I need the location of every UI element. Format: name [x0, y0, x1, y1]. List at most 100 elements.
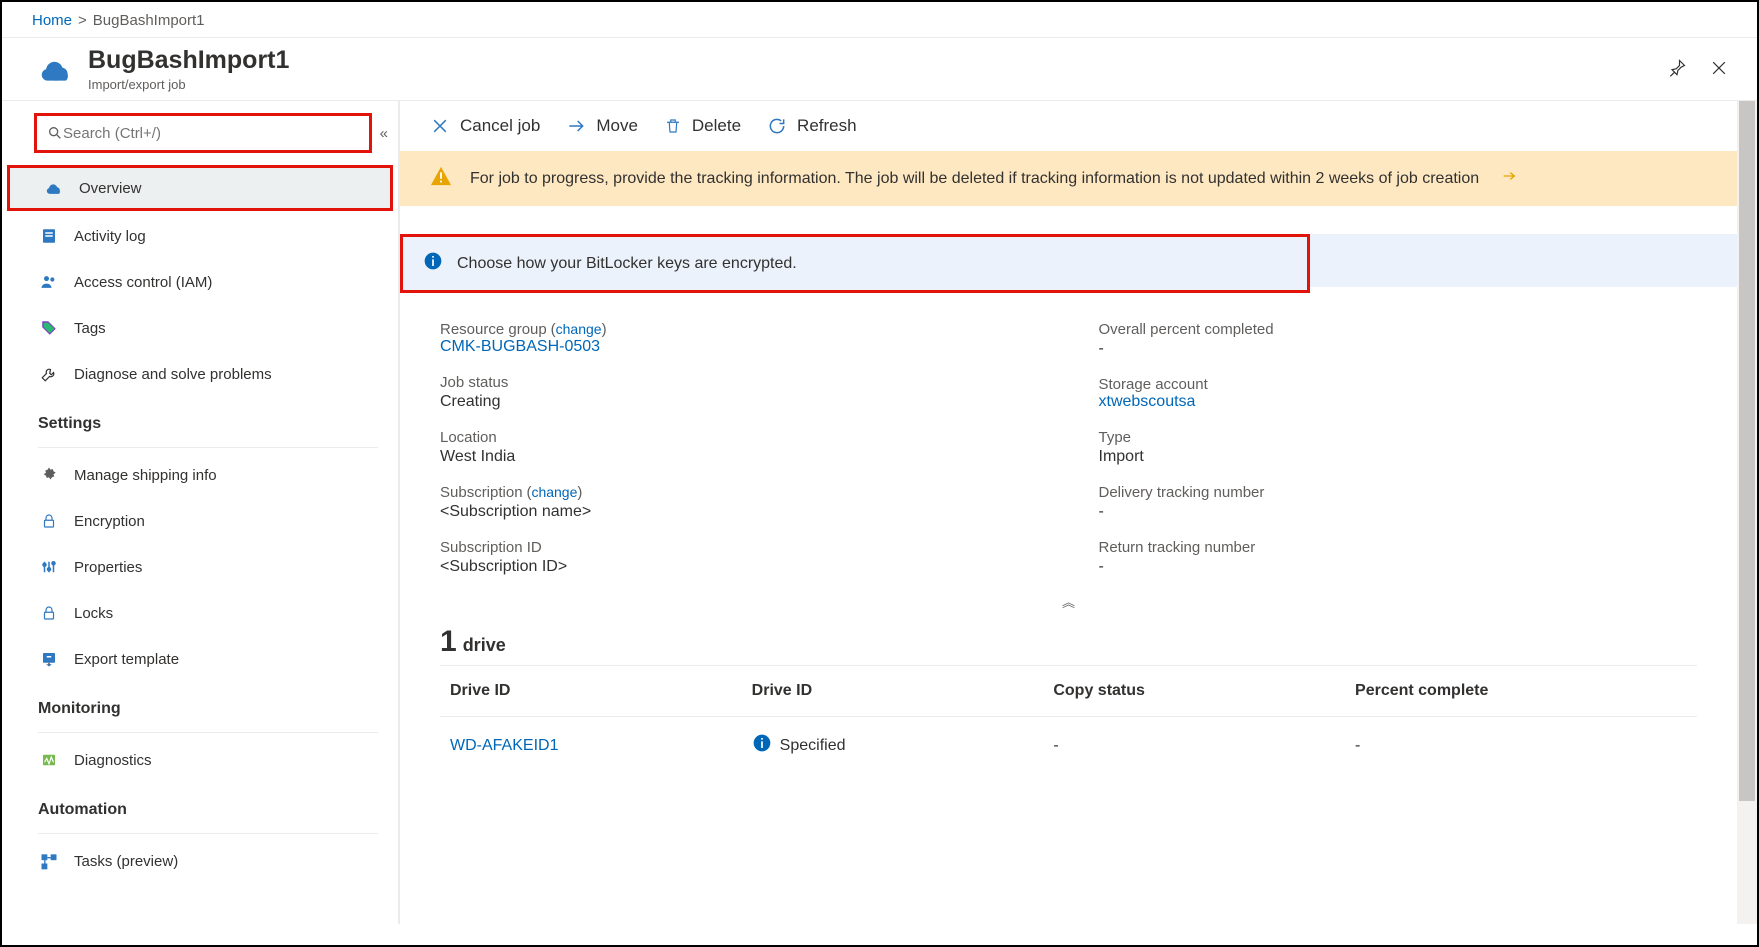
- sidebar-item-export-template[interactable]: Export template: [2, 636, 398, 682]
- sidebar-item-tags[interactable]: Tags: [2, 305, 398, 351]
- sidebar-item-shipping[interactable]: Manage shipping info: [2, 452, 398, 498]
- job-status-value: Creating: [440, 393, 1039, 411]
- diagnostics-icon: [38, 749, 60, 771]
- table-row[interactable]: WD-AFAKEID1 Specified - -: [440, 717, 1697, 775]
- change-subscription-link[interactable]: change: [531, 484, 577, 500]
- type-label: Type: [1099, 429, 1698, 446]
- gear-icon: [38, 464, 60, 486]
- sidebar-item-activity-log[interactable]: Activity log: [2, 213, 398, 259]
- subscription-id-value: <Subscription ID>: [440, 558, 1039, 576]
- sidebar-item-label: Diagnostics: [74, 752, 152, 769]
- search-input-wrap[interactable]: [34, 113, 372, 153]
- location-value: West India: [440, 448, 1039, 466]
- sidebar: « Overview Activity log Access control (…: [2, 101, 400, 924]
- sidebar-item-properties[interactable]: Properties: [2, 544, 398, 590]
- pin-icon[interactable]: [1667, 58, 1687, 81]
- return-tracking-label: Return tracking number: [1099, 539, 1698, 556]
- breadcrumb-current: BugBashImport1: [93, 12, 205, 29]
- info-text: Choose how your BitLocker keys are encry…: [457, 255, 797, 273]
- lock-icon: [38, 602, 60, 624]
- sidebar-section-monitoring: Monitoring: [2, 682, 398, 728]
- cancel-job-button[interactable]: Cancel job: [430, 116, 540, 136]
- cloud-upload-icon: [43, 177, 65, 199]
- properties-icon: [38, 556, 60, 578]
- search-input[interactable]: [63, 125, 359, 142]
- subscription-label: Subscription: [440, 484, 523, 501]
- sidebar-item-locks[interactable]: Locks: [2, 590, 398, 636]
- page-header: BugBashImport1 Import/export job: [2, 38, 1757, 101]
- breadcrumb: Home > BugBashImport1: [2, 2, 1757, 38]
- sidebar-item-label: Export template: [74, 651, 179, 668]
- arrow-right-icon: [566, 116, 586, 136]
- delivery-tracking-label: Delivery tracking number: [1099, 484, 1698, 501]
- tags-icon: [38, 317, 60, 339]
- move-button[interactable]: Move: [566, 116, 638, 136]
- change-resource-group-link[interactable]: change: [556, 321, 602, 337]
- sidebar-item-encryption[interactable]: Encryption: [2, 498, 398, 544]
- tasks-icon: [38, 850, 60, 872]
- search-icon: [47, 125, 63, 141]
- drives-table: Drive ID Drive ID Copy status Percent co…: [440, 666, 1697, 774]
- iam-icon: [38, 271, 60, 293]
- chevron-up-icon: ︽: [1062, 595, 1075, 610]
- properties-panel: Resource group (change) CMK-BUGBASH-0503…: [400, 293, 1737, 586]
- breadcrumb-separator-icon: >: [78, 12, 87, 29]
- sidebar-item-label: Encryption: [74, 513, 145, 530]
- breadcrumb-home[interactable]: Home: [32, 12, 72, 29]
- page-title: BugBashImport1: [88, 46, 1667, 75]
- percent-complete-value: -: [1345, 717, 1697, 775]
- arrow-right-icon[interactable]: [1501, 168, 1517, 189]
- sidebar-section-settings: Settings: [2, 397, 398, 443]
- info-banner[interactable]: Choose how your BitLocker keys are encry…: [403, 237, 1307, 290]
- delete-button[interactable]: Delete: [664, 116, 741, 136]
- drive-status-text: Specified: [780, 737, 846, 755]
- warning-icon: [430, 165, 452, 192]
- delivery-tracking-value: -: [1099, 503, 1698, 521]
- col-percent-complete[interactable]: Percent complete: [1345, 666, 1697, 717]
- sidebar-section-automation: Automation: [2, 783, 398, 829]
- storage-account-value[interactable]: xtwebscoutsa: [1099, 393, 1196, 410]
- info-icon: [752, 733, 772, 758]
- return-tracking-value: -: [1099, 558, 1698, 576]
- refresh-button[interactable]: Refresh: [767, 116, 857, 136]
- sidebar-item-diagnostics[interactable]: Diagnostics: [2, 737, 398, 783]
- info-icon: [423, 251, 443, 276]
- close-icon[interactable]: [1709, 58, 1729, 81]
- sidebar-item-tasks[interactable]: Tasks (preview): [2, 838, 398, 884]
- sidebar-item-diagnose[interactable]: Diagnose and solve problems: [2, 351, 398, 397]
- drive-id-link[interactable]: WD-AFAKEID1: [450, 737, 558, 754]
- col-drive-id-2[interactable]: Drive ID: [742, 666, 1044, 717]
- info-banner-highlighted: Choose how your BitLocker keys are encry…: [400, 234, 1310, 293]
- sidebar-item-label: Access control (IAM): [74, 274, 212, 291]
- sidebar-item-overview[interactable]: Overview: [7, 165, 393, 211]
- refresh-icon: [767, 116, 787, 136]
- drive-count-label: drive: [463, 635, 506, 656]
- wrench-icon: [38, 363, 60, 385]
- warning-banner: For job to progress, provide the trackin…: [400, 151, 1737, 206]
- percent-complete-value: -: [1099, 340, 1698, 358]
- collapse-sidebar-icon[interactable]: «: [380, 125, 388, 142]
- sidebar-item-label: Locks: [74, 605, 113, 622]
- resource-group-value[interactable]: CMK-BUGBASH-0503: [440, 338, 600, 355]
- sidebar-item-label: Diagnose and solve problems: [74, 366, 272, 383]
- col-copy-status[interactable]: Copy status: [1043, 666, 1345, 717]
- sidebar-item-label: Activity log: [74, 228, 146, 245]
- warning-text: For job to progress, provide the trackin…: [470, 170, 1479, 188]
- copy-status-value: -: [1043, 717, 1345, 775]
- sidebar-item-label: Manage shipping info: [74, 467, 217, 484]
- command-bar: Cancel job Move Delete Refresh: [400, 101, 1737, 151]
- col-drive-id-1[interactable]: Drive ID: [440, 666, 742, 717]
- trash-icon: [664, 116, 682, 136]
- export-icon: [38, 648, 60, 670]
- sidebar-item-label: Tasks (preview): [74, 853, 178, 870]
- sidebar-item-iam[interactable]: Access control (IAM): [2, 259, 398, 305]
- storage-account-label: Storage account: [1099, 376, 1698, 393]
- x-icon: [430, 116, 450, 136]
- sidebar-item-label: Overview: [79, 180, 142, 197]
- type-value: Import: [1099, 448, 1698, 466]
- main-content: Cancel job Move Delete Refresh: [400, 101, 1737, 924]
- scrollbar-thumb[interactable]: [1739, 101, 1755, 801]
- scrollbar[interactable]: [1737, 101, 1757, 924]
- log-icon: [38, 225, 60, 247]
- collapse-essentials[interactable]: ︽: [400, 586, 1737, 621]
